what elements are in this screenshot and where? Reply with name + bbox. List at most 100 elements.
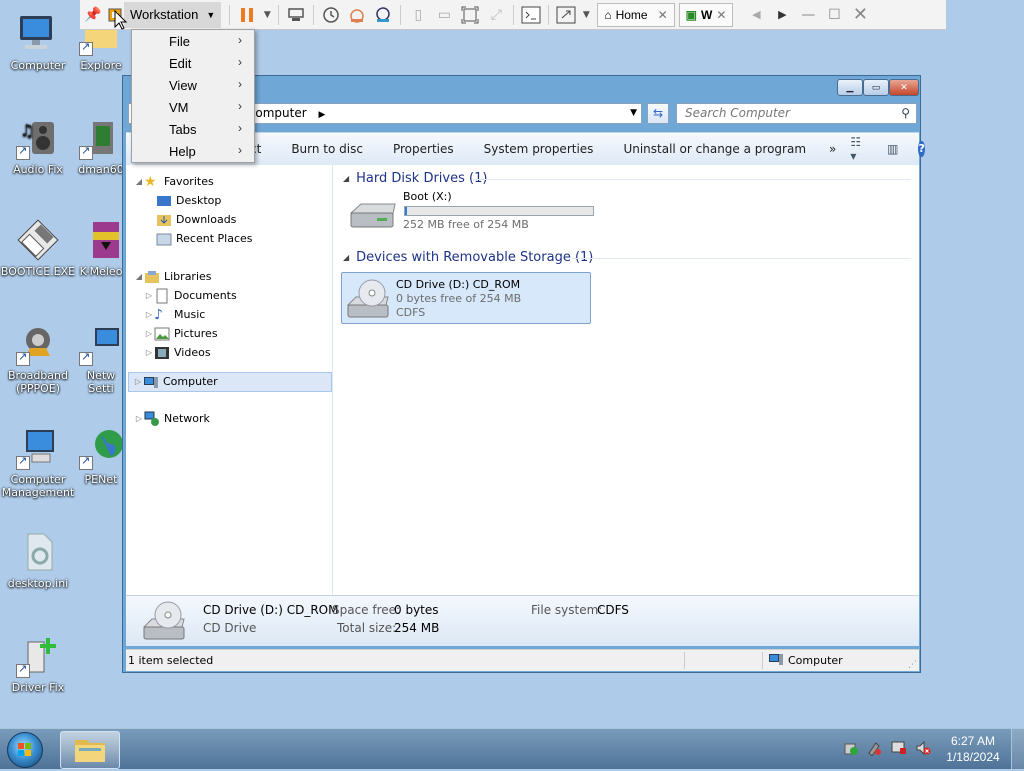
drive-item-cd[interactable]: CD Drive (D:) CD_ROM 0 bytes free of 254… — [341, 272, 591, 324]
uninstall-program-button[interactable]: Uninstall or change a program — [608, 142, 821, 156]
close-button[interactable]: ✕ — [889, 79, 919, 96]
snapshot-icon[interactable] — [318, 3, 344, 27]
close-icon[interactable]: ✕ — [658, 8, 668, 22]
scroll-right-icon[interactable]: ▶ — [769, 3, 795, 27]
collapse-arrow-icon[interactable]: ▷ — [144, 287, 154, 305]
nav-pictures[interactable]: ▷ Pictures — [144, 325, 218, 343]
collapse-arrow-icon[interactable]: ▷ — [144, 344, 154, 362]
group-header-removable-storage[interactable]: ◢ Devices with Removable Storage (1) — [343, 250, 593, 265]
menu-item-help[interactable]: Help › — [132, 140, 254, 162]
minimize-button[interactable]: ▁ — [837, 79, 863, 96]
pin-icon[interactable]: 📌 — [80, 3, 106, 27]
nav-videos[interactable]: ▷ Videos — [144, 344, 211, 362]
nav-downloads[interactable]: Downloads — [156, 211, 236, 229]
display-icon[interactable] — [891, 740, 907, 756]
collapse-arrow-icon[interactable]: ▷ — [144, 306, 154, 324]
desktop-icon-bootice[interactable]: BOOTICE.EXE — [0, 218, 78, 278]
collapse-arrow-icon[interactable]: ▷ — [144, 325, 154, 343]
search-icon[interactable]: ⚲ — [901, 104, 910, 123]
tab-vm[interactable]: ▣ W ✕ — [678, 2, 734, 27]
desktop-icon-label: Netw Setti — [86, 369, 116, 395]
menu-item-view[interactable]: View › — [132, 74, 254, 96]
nav-favorites[interactable]: ◢ ★ Favorites — [134, 173, 214, 191]
close-icon[interactable]: ✕ — [716, 8, 726, 22]
nav-documents[interactable]: ▷ Documents — [144, 287, 237, 305]
collapse-arrow-icon[interactable]: ▷ — [133, 373, 143, 391]
stretch-icon[interactable] — [553, 3, 579, 27]
workstation-menu-button[interactable]: Workstation ▼ — [124, 1, 222, 28]
menu-item-edit[interactable]: Edit › — [132, 52, 254, 74]
close-icon[interactable]: ✕ — [847, 3, 873, 27]
menu-item-vm[interactable]: VM › — [132, 96, 254, 118]
desktop-icon-label: PENet — [84, 473, 118, 486]
scroll-left-icon[interactable]: ◀ — [743, 3, 769, 27]
preview-pane-icon[interactable]: ▥ — [887, 142, 898, 156]
taskbar-explorer-button[interactable] — [60, 731, 120, 769]
breadcrumb-computer[interactable]: Computer — [247, 106, 307, 120]
nav-recent-places[interactable]: Recent Places — [156, 230, 253, 248]
collapse-arrow-icon[interactable]: ◢ — [343, 174, 349, 183]
nav-desktop[interactable]: Desktop — [156, 192, 221, 210]
nav-network[interactable]: ▷ Network — [134, 410, 210, 428]
chevron-down-icon[interactable]: ▼ — [260, 3, 274, 27]
system-clock[interactable]: 6:27 AM 1/18/2024 — [940, 733, 1006, 765]
network-status-icon[interactable] — [843, 740, 859, 756]
desktop-icon-network-settings[interactable]: Netw Setti — [76, 322, 126, 395]
revert-snapshot-icon[interactable] — [344, 3, 370, 27]
refresh-button[interactable]: ⇆ — [647, 103, 669, 124]
nav-computer[interactable]: ▷ Computer — [128, 372, 332, 392]
svg-text:♫: ♫ — [20, 121, 34, 140]
drive-item-boot[interactable]: Boot (X:) 252 MB free of 254 MB — [347, 189, 607, 235]
maximize-icon[interactable]: ☐ — [821, 3, 847, 27]
menu-item-label: Help — [169, 143, 196, 159]
space-free-value: 0 bytes — [394, 603, 439, 617]
resize-grip-icon[interactable]: ⋰ — [908, 660, 917, 670]
minimize-icon[interactable]: — — [795, 3, 821, 27]
sidebar-toggle-icon[interactable]: ▯ — [405, 3, 431, 27]
desktop-icon-label: Computer — [10, 59, 66, 72]
pause-icon[interactable] — [234, 3, 260, 27]
more-commands-icon[interactable]: » — [821, 142, 844, 156]
menu-item-file[interactable]: File › — [132, 30, 254, 52]
view-options-icon[interactable]: ☷ ▾ — [850, 135, 861, 163]
console-icon[interactable] — [518, 3, 544, 27]
burn-to-disc-button[interactable]: Burn to disc — [276, 142, 378, 156]
desktop-icon-k-meleon[interactable]: K-Meleo — [76, 218, 126, 278]
start-button[interactable] — [7, 732, 43, 768]
thumbnail-toggle-icon[interactable]: ▭ — [431, 3, 457, 27]
desktop-icon-penet[interactable]: PENet — [76, 426, 126, 486]
chevron-down-icon[interactable]: ▼ — [579, 3, 593, 27]
desktop-icon-driver-fix[interactable]: Driver Fix — [0, 634, 78, 694]
send-ctrl-alt-del-icon[interactable] — [283, 3, 309, 27]
maximize-button[interactable]: ▭ — [863, 79, 889, 96]
snapshot-manager-icon[interactable] — [370, 3, 396, 27]
desktop-icon-dman[interactable]: dman60 — [76, 116, 126, 176]
address-dropdown-icon[interactable]: ▼ — [630, 104, 637, 123]
desktop-icon-broadband[interactable]: Broadband (PPPOE) — [0, 322, 78, 395]
nav-libraries[interactable]: ◢ Libraries — [134, 268, 212, 286]
show-desktop-button[interactable] — [1011, 729, 1024, 769]
nav-music[interactable]: ▷ ♪ Music — [144, 306, 205, 324]
collapse-arrow-icon[interactable]: ▷ — [134, 410, 144, 428]
vm-toolbar: 📌 Workstation ▼ ▼ ▯ ▭ ⤢ ▼ ⌂ Home ✕ ▣ W ✕… — [80, 0, 946, 30]
search-input[interactable]: Search Computer ⚲ — [676, 103, 917, 124]
refresh-icon: ⇆ — [652, 106, 664, 120]
breadcrumb-separator-icon[interactable]: ▶ — [318, 110, 325, 120]
desktop-icon-computer-management[interactable]: Computer Management — [0, 426, 78, 499]
menu-item-tabs[interactable]: Tabs › — [132, 118, 254, 140]
safely-remove-hardware-icon[interactable] — [866, 740, 882, 757]
tab-home[interactable]: ⌂ Home ✕ — [597, 2, 675, 27]
collapse-arrow-icon[interactable]: ◢ — [343, 253, 349, 262]
help-icon[interactable]: ? — [918, 141, 925, 157]
expand-arrow-icon[interactable]: ◢ — [134, 268, 144, 286]
desktop-icon-audio-fix[interactable]: ♫ Audio Fix — [0, 116, 78, 176]
desktop-icon-desktop-ini[interactable]: desktop.ini — [0, 530, 78, 590]
desktop-icon-computer[interactable]: Computer — [0, 12, 78, 72]
unity-icon[interactable]: ⤢ — [483, 3, 509, 27]
group-header-hard-disk-drives[interactable]: ◢ Hard Disk Drives (1) — [343, 171, 487, 186]
properties-button[interactable]: Properties — [378, 142, 469, 156]
volume-muted-icon[interactable] — [915, 740, 931, 756]
full-screen-icon[interactable] — [457, 3, 483, 27]
system-properties-button[interactable]: System properties — [469, 142, 609, 156]
expand-arrow-icon[interactable]: ◢ — [134, 173, 144, 191]
